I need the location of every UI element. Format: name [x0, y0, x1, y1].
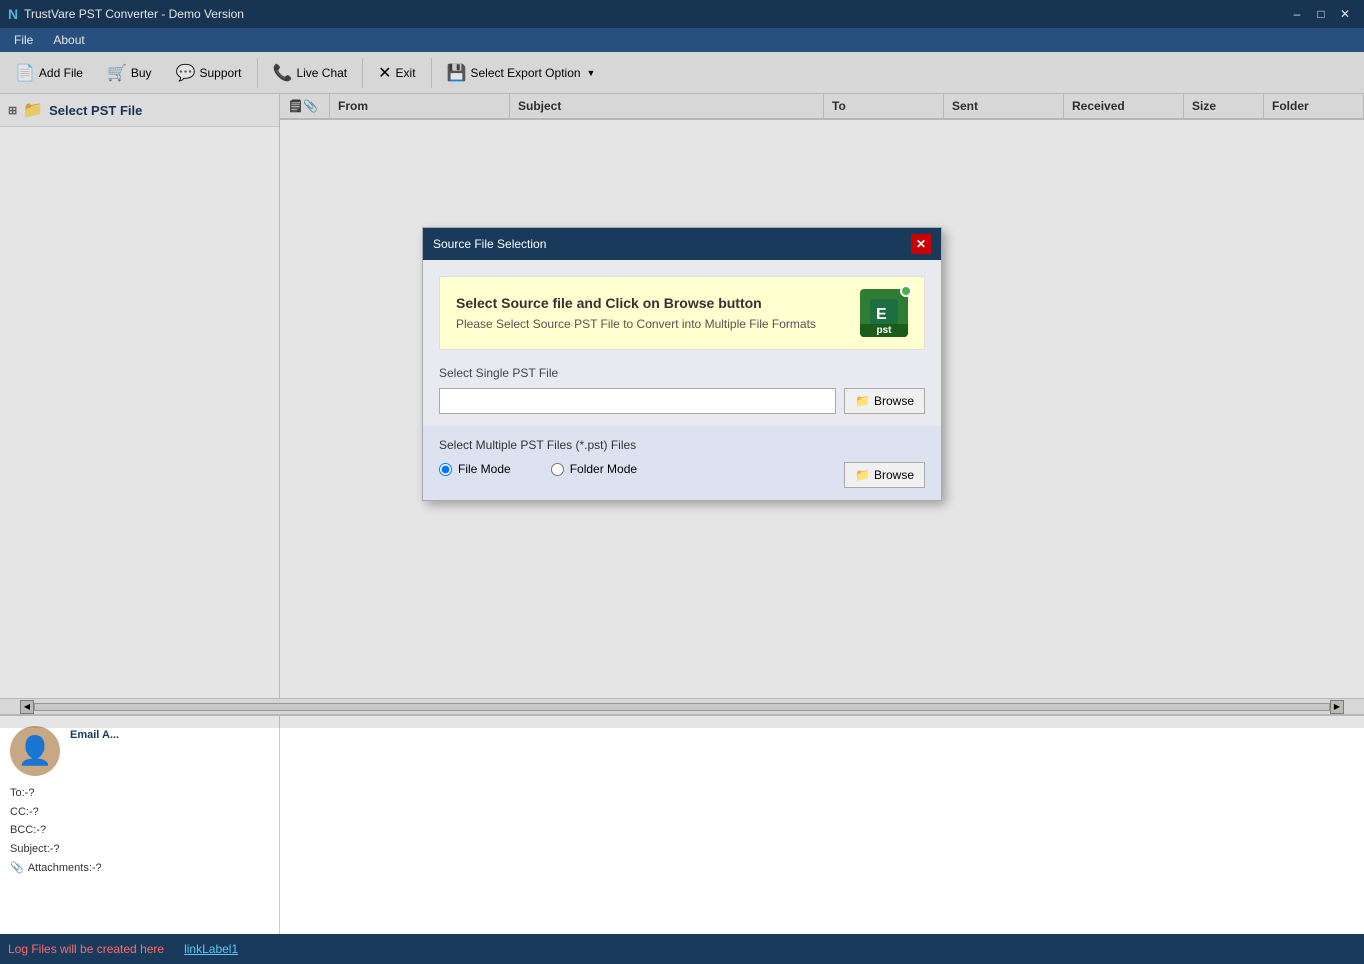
dialog-overlay: Source File Selection ✕ Select Source fi…: [0, 0, 1364, 728]
browse-label-1: Browse: [874, 394, 914, 408]
email-meta: To:-? CC:-? BCC:-? Subject:-? 📎 Attachme…: [10, 784, 102, 877]
bcc-field: BCC:-?: [10, 821, 102, 840]
dialog-body: Select Source file and Click on Browse b…: [423, 260, 941, 500]
attachment-icon: 📎: [10, 859, 24, 878]
browse-button-2[interactable]: 📁 Browse: [844, 462, 925, 488]
file-mode-option[interactable]: File Mode: [439, 462, 511, 476]
dialog-titlebar: Source File Selection ✕: [423, 228, 941, 260]
preview-right: [280, 716, 1364, 934]
radio-group: File Mode Folder Mode: [439, 462, 637, 476]
excel-svg: E: [870, 299, 898, 327]
status-text: Log Files will be created here: [8, 942, 164, 956]
preview-left: 👤 Email A... To:-? CC:-? BCC:-? Subject:…: [0, 716, 280, 934]
email-details: Email A...: [70, 726, 119, 776]
info-subtitle: Please Select Source PST File to Convert…: [456, 317, 844, 331]
source-file-dialog: Source File Selection ✕ Select Source fi…: [422, 227, 942, 501]
browse-button-1[interactable]: 📁 Browse: [844, 388, 925, 414]
browse-icon-1: 📁: [855, 394, 870, 408]
multiple-pst-section: Select Multiple PST Files (*.pst) Files …: [423, 426, 941, 500]
info-text: Select Source file and Click on Browse b…: [456, 295, 844, 331]
single-pst-label: Select Single PST File: [439, 366, 925, 380]
attachments-field: Attachments:-?: [28, 859, 102, 878]
preview-panel: 👤 Email A... To:-? CC:-? BCC:-? Subject:…: [0, 714, 1364, 934]
pst-status-dot: [900, 285, 912, 297]
file-mode-label: File Mode: [458, 462, 511, 476]
attachments-row: 📎 Attachments:-?: [10, 859, 102, 878]
info-banner: Select Source file and Click on Browse b…: [439, 276, 925, 350]
dialog-close-button[interactable]: ✕: [911, 234, 931, 254]
avatar-container: 👤 Email A...: [10, 726, 119, 776]
browse-icon-2: 📁: [855, 468, 870, 482]
pst-icon: E pst: [860, 289, 908, 337]
browse-label-2: Browse: [874, 468, 914, 482]
svg-text:E: E: [876, 306, 887, 323]
dialog-title: Source File Selection: [433, 237, 546, 251]
folder-mode-radio[interactable]: [551, 463, 564, 476]
status-bar: Log Files will be created here linkLabel…: [0, 934, 1364, 964]
subject-field: Subject:-?: [10, 840, 102, 859]
pst-label: pst: [860, 324, 908, 337]
to-field: To:-?: [10, 784, 102, 803]
cc-field: CC:-?: [10, 803, 102, 822]
single-pst-row: 📁 Browse: [439, 388, 925, 414]
avatar: 👤: [10, 726, 60, 776]
folder-mode-option[interactable]: Folder Mode: [551, 462, 637, 476]
folder-mode-label: Folder Mode: [570, 462, 637, 476]
file-path-input[interactable]: [439, 388, 836, 414]
file-mode-radio[interactable]: [439, 463, 452, 476]
email-address: Email A...: [70, 726, 119, 745]
multiple-pst-title: Select Multiple PST Files (*.pst) Files: [439, 438, 925, 452]
pst-icon-container: E pst: [860, 289, 908, 337]
avatar-icon: 👤: [18, 737, 53, 765]
status-link[interactable]: linkLabel1: [184, 942, 238, 956]
info-title: Select Source file and Click on Browse b…: [456, 295, 844, 311]
